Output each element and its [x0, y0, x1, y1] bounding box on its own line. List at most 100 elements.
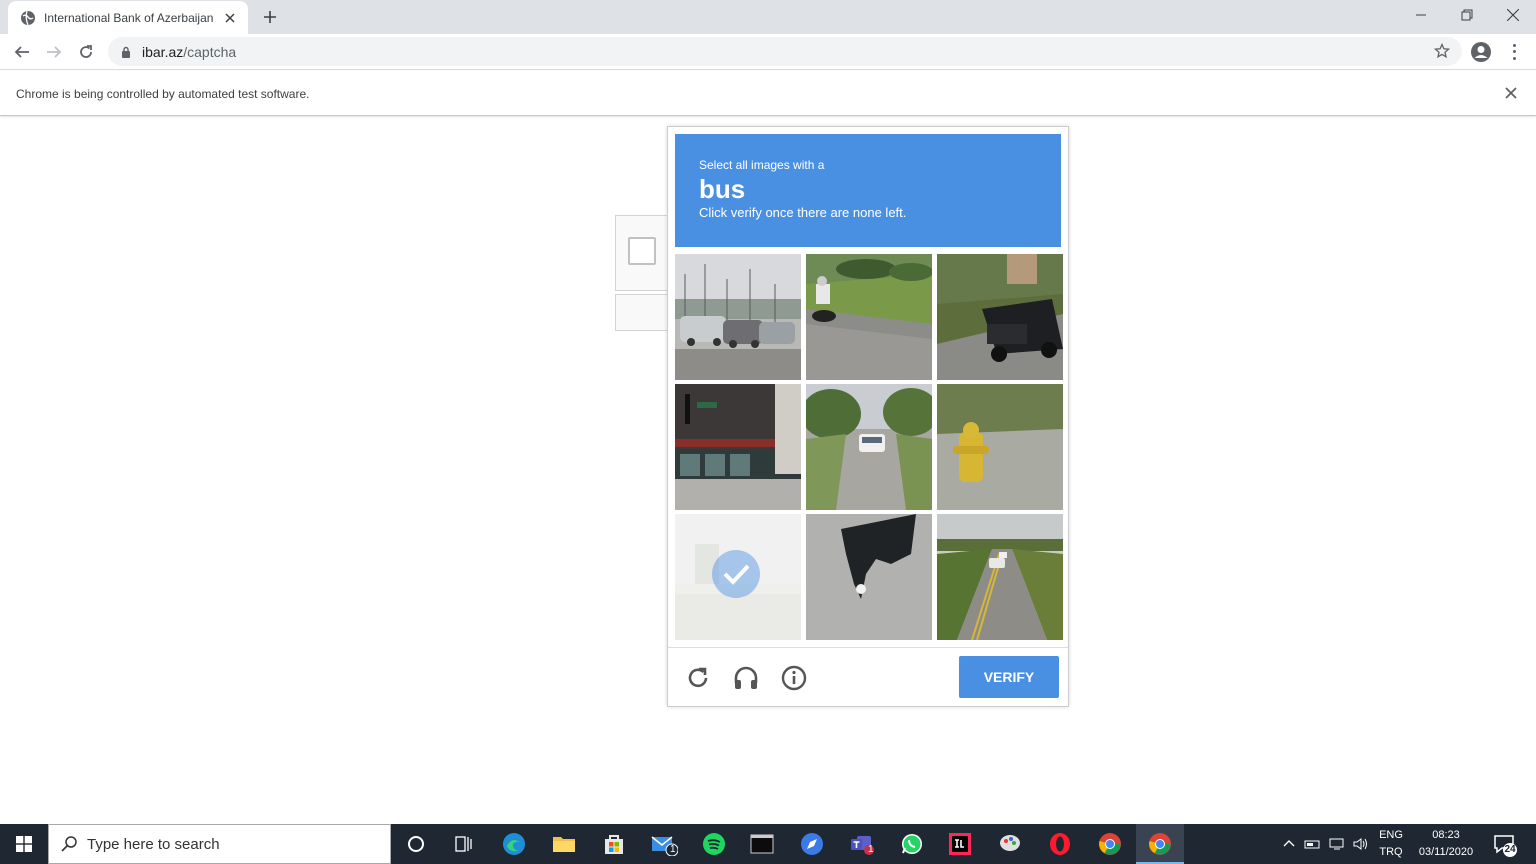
profile-avatar-icon[interactable]	[1470, 41, 1492, 63]
intellij-button[interactable]	[936, 824, 984, 864]
infobar-message: Chrome is being controlled by automated …	[16, 87, 310, 101]
restore-button[interactable]	[1444, 0, 1490, 30]
windows-taskbar: Type here to search 1 1 ENG TRQ 08:23 03…	[0, 824, 1536, 864]
opera-icon	[1050, 833, 1070, 855]
chrome-button-1[interactable]	[1086, 824, 1134, 864]
captcha-tile-1[interactable]	[675, 254, 801, 380]
reload-button[interactable]	[72, 38, 100, 66]
automation-infobar: Chrome is being controlled by automated …	[0, 71, 1536, 116]
globe-icon	[21, 10, 35, 25]
captcha-challenge: Select all images with a bus Click verif…	[667, 126, 1069, 707]
taskbar-search[interactable]: Type here to search	[48, 824, 391, 864]
url-text: ibar.az/captcha	[142, 44, 236, 60]
terminal-button[interactable]	[738, 824, 786, 864]
captcha-tile-7[interactable]	[675, 514, 801, 640]
chrome-button-2[interactable]	[1136, 824, 1184, 864]
bookmark-star-icon[interactable]	[1434, 43, 1450, 59]
audio-challenge-button[interactable]	[731, 663, 761, 693]
paint-palette-icon	[1000, 835, 1020, 851]
language-indicator[interactable]: ENG TRQ	[1374, 827, 1408, 861]
folder-icon	[553, 837, 575, 852]
chrome-icon	[1149, 833, 1171, 855]
volume-icon[interactable]	[1352, 837, 1370, 851]
battery-icon[interactable]	[1304, 837, 1322, 851]
captcha-subinstruction: Click verify once there are none left.	[699, 205, 907, 220]
recaptcha-checkbox[interactable]	[628, 237, 656, 265]
store-bag-icon	[605, 835, 623, 854]
info-button[interactable]	[779, 663, 809, 693]
whatsapp-button[interactable]	[888, 824, 936, 864]
compass-icon	[801, 833, 823, 855]
spotify-button[interactable]	[690, 824, 738, 864]
search-placeholder: Type here to search	[87, 835, 220, 853]
task-view-button[interactable]	[440, 824, 488, 864]
teams-badge: 1	[868, 844, 874, 855]
url-host: ibar.az	[142, 43, 184, 60]
reload-challenge-button[interactable]	[683, 663, 713, 693]
tab-close-icon[interactable]	[222, 10, 238, 26]
address-bar[interactable]: ibar.az/captcha	[108, 37, 1462, 66]
lang-top: ENG	[1379, 829, 1403, 841]
captcha-tile-2[interactable]	[806, 254, 932, 380]
tab-title: International Bank of Azerbaijan	[44, 10, 214, 25]
back-button[interactable]	[8, 38, 36, 66]
tab-strip: International Bank of Azerbaijan	[0, 0, 1536, 34]
captcha-tile-3[interactable]	[937, 254, 1063, 380]
app-paint-button[interactable]	[986, 824, 1034, 864]
captcha-tile-9[interactable]	[937, 514, 1063, 640]
search-icon	[61, 836, 77, 852]
infobar-close-icon[interactable]	[1503, 85, 1519, 101]
captcha-image-grid	[675, 254, 1063, 640]
captcha-footer: VERIFY	[668, 647, 1068, 707]
reload-icon	[80, 45, 92, 58]
teams-button[interactable]: 1	[838, 824, 886, 864]
taskbar-clock[interactable]: 08:23 03/11/2020	[1410, 827, 1482, 861]
url-path: /captcha	[183, 43, 237, 60]
recaptcha-anchor-footer	[615, 294, 671, 331]
file-explorer-button[interactable]	[540, 824, 588, 864]
captcha-tile-6[interactable]	[937, 384, 1063, 510]
cortana-button[interactable]	[392, 824, 440, 864]
mail-badge: 1	[670, 844, 676, 855]
refresh-icon	[688, 667, 708, 688]
captcha-target: bus	[699, 174, 746, 204]
network-icon[interactable]	[1328, 837, 1346, 851]
forward-arrow-icon	[47, 46, 62, 58]
browser-compass-button[interactable]	[788, 824, 836, 864]
lock-icon	[122, 46, 130, 58]
recaptcha-anchor	[615, 215, 671, 291]
lang-bottom: TRQ	[1379, 846, 1403, 858]
minimize-button[interactable]	[1398, 0, 1444, 30]
start-button[interactable]	[0, 824, 48, 864]
clock-date: 03/11/2020	[1418, 846, 1474, 858]
edge-taskbar-button[interactable]	[490, 824, 538, 864]
cortana-icon	[408, 836, 424, 852]
edge-icon	[503, 833, 525, 855]
info-icon	[781, 665, 807, 691]
menu-kebab-icon[interactable]	[1508, 42, 1520, 62]
browser-tab[interactable]: International Bank of Azerbaijan	[8, 1, 248, 34]
opera-button[interactable]	[1036, 824, 1084, 864]
verify-button[interactable]: VERIFY	[959, 656, 1059, 698]
new-tab-button[interactable]	[258, 6, 282, 28]
captcha-tile-4[interactable]	[675, 384, 801, 510]
mail-button[interactable]: 1	[640, 824, 688, 864]
captcha-tile-5[interactable]	[806, 384, 932, 510]
windows-logo-icon	[16, 836, 32, 852]
spotify-icon	[703, 833, 725, 855]
task-view-icon	[455, 836, 472, 852]
chrome-icon	[1099, 833, 1121, 855]
captcha-instruction: Select all images with a	[699, 158, 825, 172]
chevron-up-icon[interactable]	[1282, 837, 1296, 851]
back-arrow-icon	[14, 46, 29, 58]
notification-count: 24	[1504, 844, 1516, 855]
store-button[interactable]	[590, 824, 638, 864]
captcha-tile-8[interactable]	[806, 514, 932, 640]
clock-time: 08:23	[1432, 829, 1460, 841]
close-window-button[interactable]	[1490, 0, 1536, 30]
captcha-header: Select all images with a bus Click verif…	[675, 134, 1061, 247]
intellij-icon	[949, 833, 971, 855]
whatsapp-icon	[902, 834, 922, 854]
forward-button[interactable]	[40, 38, 68, 66]
action-center-button[interactable]: 24	[1492, 832, 1518, 858]
